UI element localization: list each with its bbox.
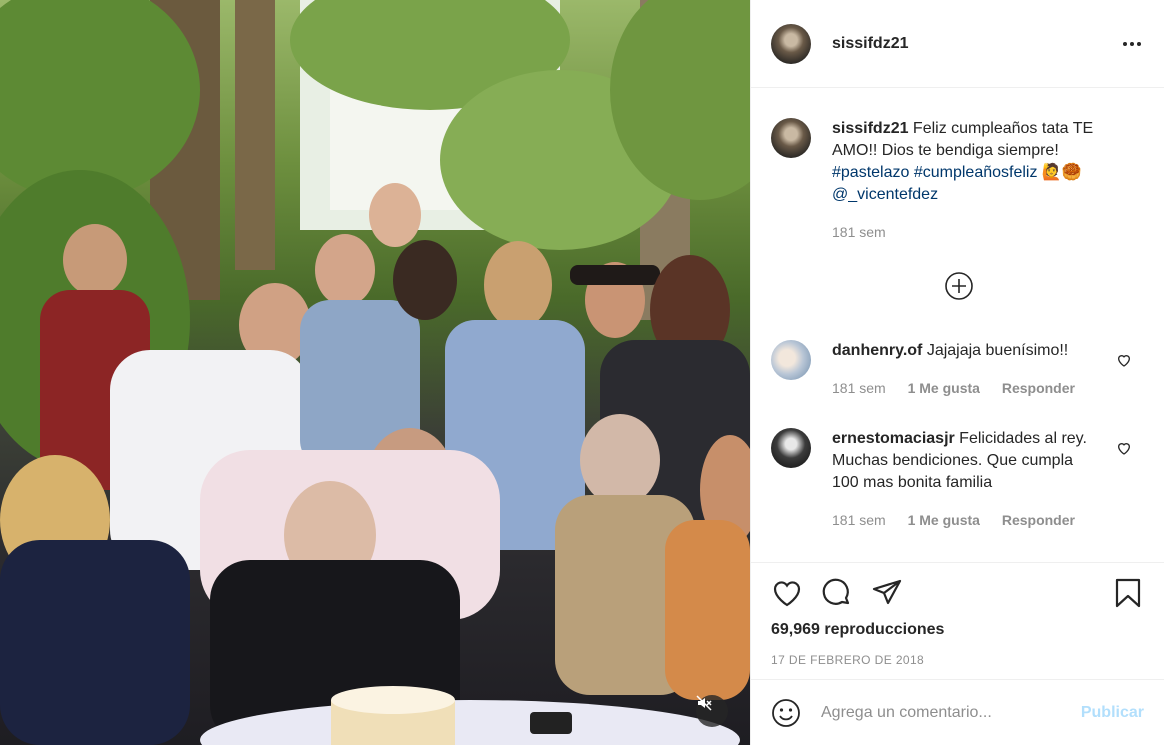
comment-time[interactable]: 181 sem	[832, 512, 886, 528]
load-more-comments-button[interactable]	[944, 271, 974, 301]
comment-time[interactable]: 181 sem	[832, 380, 886, 396]
post-caption: sissifdz21 Feliz cumpleaños tata TE AMO!…	[771, 88, 1144, 243]
heart-icon[interactable]	[771, 577, 803, 609]
post-comment-button[interactable]: Publicar	[1081, 704, 1144, 722]
caption-meta: 181 sem	[832, 221, 1102, 243]
caption-avatar[interactable]	[771, 118, 811, 158]
comment-meta: 181 sem 1 Me gusta Responder	[832, 377, 1102, 399]
author-avatar[interactable]	[771, 23, 811, 64]
mention-link[interactable]: @_vicentefdez	[832, 186, 938, 203]
hashtag-link[interactable]: #cumpleañosfeliz	[914, 164, 1038, 181]
share-icon[interactable]	[871, 577, 903, 609]
caption-body: sissifdz21 Feliz cumpleaños tata TE AMO!…	[832, 118, 1102, 243]
add-comment-bar: Agrega un comentario... Publicar	[751, 679, 1164, 745]
post-video[interactable]	[0, 0, 750, 745]
comment-body: ernestomaciasjr Felicidades al rey. Much…	[832, 428, 1102, 531]
comment-username[interactable]: danhenry.of	[832, 342, 922, 359]
comment-item: ernestomaciasjr Felicidades al rey. Much…	[771, 428, 1144, 531]
more-horizontal-icon	[1123, 41, 1141, 46]
comment-item: danhenry.of Jajajaja buenísimo!! 181 sem…	[771, 340, 1144, 399]
post-actions: 69,969 reproducciones 17 DE FEBRERO DE 2…	[751, 562, 1164, 679]
reply-button[interactable]: Responder	[1002, 380, 1075, 396]
comment-likes[interactable]: 1 Me gusta	[908, 380, 980, 396]
comment-username[interactable]: ernestomaciasjr	[832, 430, 955, 447]
heart-icon[interactable]	[1116, 440, 1132, 456]
hashtag-link[interactable]: #pastelazo	[832, 164, 909, 181]
action-bar	[771, 577, 1144, 611]
plus-circle-icon	[945, 272, 973, 300]
post-side-panel: sissifdz21 sissifdz21 Feliz cumpleaños t…	[750, 0, 1164, 745]
mute-button[interactable]	[696, 695, 728, 727]
post-date[interactable]: 17 DE FEBRERO DE 2018	[771, 653, 924, 667]
bookmark-icon[interactable]	[1112, 577, 1144, 609]
heart-icon[interactable]	[1116, 352, 1132, 368]
caption-time[interactable]: 181 sem	[832, 224, 886, 240]
view-count[interactable]: 69,969 reproducciones	[771, 621, 944, 639]
comment-likes[interactable]: 1 Me gusta	[908, 512, 980, 528]
comment-body: danhenry.of Jajajaja buenísimo!! 181 sem…	[832, 340, 1102, 399]
comment-avatar[interactable]	[771, 428, 811, 468]
author-username[interactable]: sissifdz21	[832, 35, 908, 53]
caption-emojis: 🙋🥮	[1037, 164, 1082, 181]
comment-text: Jajajaja buenísimo!!	[922, 342, 1069, 359]
post-header: sissifdz21	[751, 0, 1164, 88]
caption-username[interactable]: sissifdz21	[832, 120, 908, 137]
comments-section: sissifdz21 Feliz cumpleaños tata TE AMO!…	[751, 88, 1164, 562]
comment-input[interactable]: Agrega un comentario...	[821, 704, 1081, 722]
emoji-icon[interactable]	[771, 698, 801, 728]
muted-speaker-icon	[696, 695, 712, 711]
comment-icon[interactable]	[821, 577, 853, 609]
comment-meta: 181 sem 1 Me gusta Responder	[832, 509, 1102, 531]
comment-avatar[interactable]	[771, 340, 811, 380]
reply-button[interactable]: Responder	[1002, 512, 1075, 528]
video-frame	[0, 0, 750, 745]
more-options-button[interactable]	[1120, 32, 1144, 56]
